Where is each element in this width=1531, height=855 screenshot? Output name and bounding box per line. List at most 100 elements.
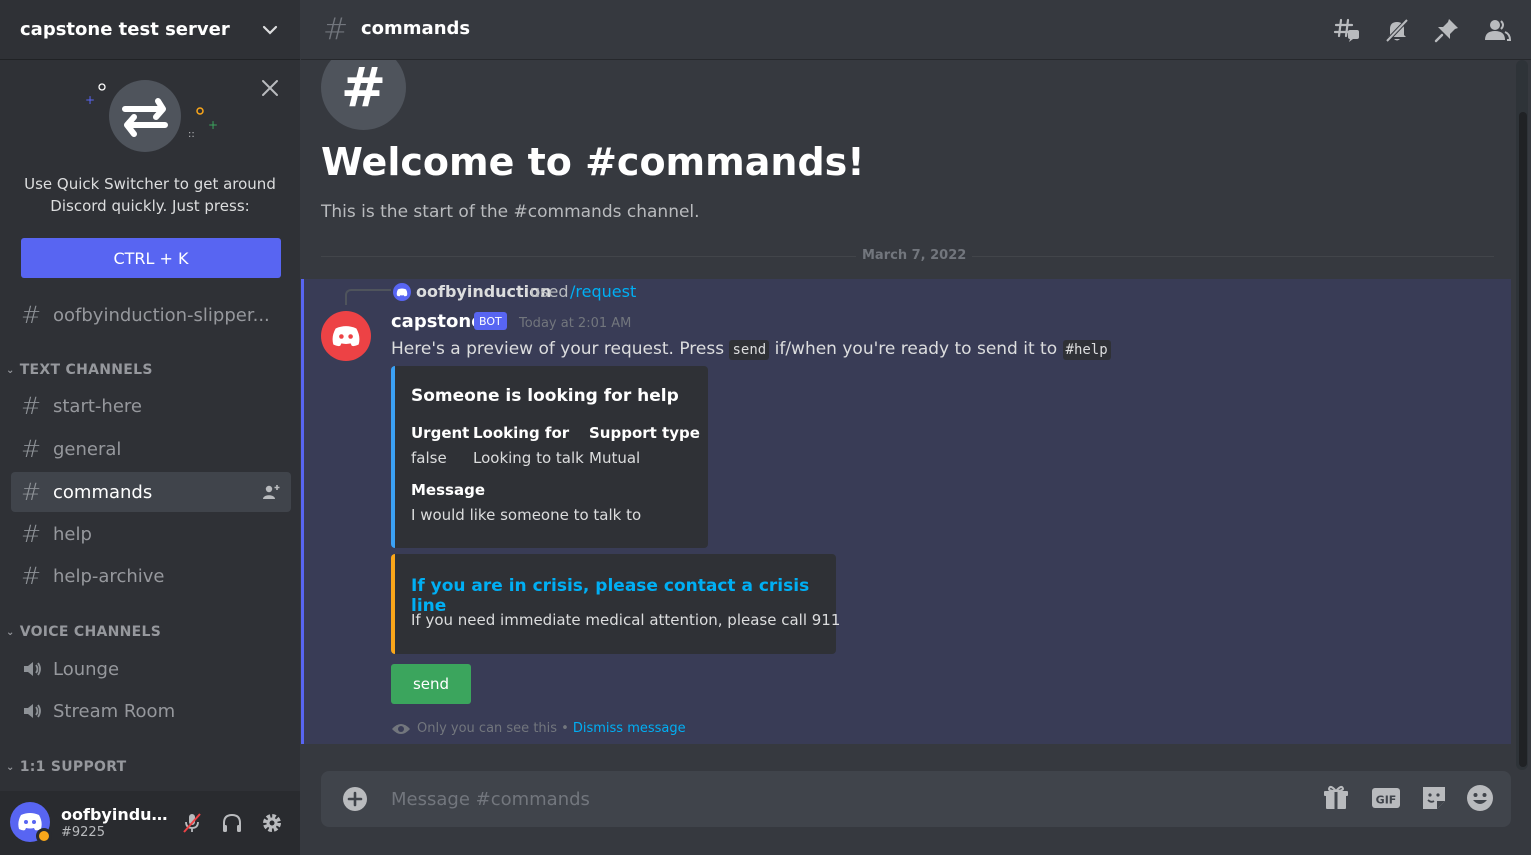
channel-item-general[interactable]: # general bbox=[11, 429, 291, 469]
server-name: capstone test server bbox=[20, 19, 230, 40]
emoji-icon[interactable] bbox=[1465, 783, 1495, 813]
channel-label: start-here bbox=[53, 395, 142, 417]
welcome-title: Welcome to #commands! bbox=[321, 140, 865, 184]
reply-command-link[interactable]: /request bbox=[570, 282, 636, 301]
channel-item-pinned[interactable]: # oofbyinduction-slipper... bbox=[11, 295, 291, 335]
discord-logo-icon bbox=[393, 283, 411, 301]
hash-icon: # bbox=[323, 12, 349, 47]
user-panel: oofbyinduct... #9225 bbox=[0, 791, 300, 855]
crisis-embed-description: If you need immediate medical attention,… bbox=[411, 611, 841, 629]
quick-switcher-tip: + + :: Use Quick Switcher to get around … bbox=[0, 61, 300, 297]
category-label: TEXT CHANNELS bbox=[19, 362, 153, 378]
channel-label: oofbyinduction-slipper... bbox=[53, 304, 270, 326]
hash-icon: # bbox=[21, 301, 42, 329]
username: oofbyinduct... bbox=[61, 805, 171, 824]
category-label: 1:1 SUPPORT bbox=[19, 759, 127, 775]
hash-icon: # bbox=[21, 478, 42, 506]
message-timestamp: Today at 2:01 AM bbox=[519, 316, 632, 331]
category-text-channels[interactable]: ⌄ TEXT CHANNELS bbox=[6, 360, 153, 380]
eye-icon bbox=[392, 723, 410, 734]
hash-icon: # bbox=[21, 392, 42, 420]
avatar[interactable] bbox=[10, 802, 52, 844]
member-list-icon[interactable] bbox=[1483, 16, 1511, 44]
channel-item-start-here[interactable]: # start-here bbox=[11, 386, 291, 426]
quick-switcher-shortcut-button[interactable]: CTRL + K bbox=[21, 238, 281, 278]
category-label: VOICE CHANNELS bbox=[19, 624, 162, 640]
ephemeral-text: Only you can see this • bbox=[417, 721, 569, 736]
field-name-message: Message bbox=[411, 481, 485, 499]
gift-icon[interactable] bbox=[1321, 783, 1351, 813]
close-icon[interactable] bbox=[258, 76, 282, 100]
hash-icon: # bbox=[21, 435, 42, 463]
headphones-icon[interactable] bbox=[220, 811, 244, 835]
chevron-down-icon: ⌄ bbox=[6, 626, 15, 638]
speaker-icon bbox=[21, 699, 53, 723]
bot-message: oofbyinduction used /request capstone BO… bbox=[301, 279, 1511, 744]
discord-logo-icon bbox=[332, 325, 360, 346]
chevron-down-icon: ⌄ bbox=[6, 761, 15, 773]
message-input[interactable] bbox=[391, 779, 1291, 819]
speaker-icon bbox=[21, 657, 53, 681]
channel-item-commands[interactable]: # commands bbox=[11, 472, 291, 512]
category-voice-channels[interactable]: ⌄ VOICE CHANNELS bbox=[6, 622, 161, 642]
crisis-embed-title-link[interactable]: If you are in crisis, please contact a c… bbox=[411, 576, 836, 616]
reply-connector bbox=[345, 289, 391, 305]
request-embed: Someone is looking for help Urgent false… bbox=[391, 366, 708, 548]
dismiss-message-link[interactable]: Dismiss message bbox=[573, 721, 686, 736]
scrollbar-thumb[interactable] bbox=[1519, 112, 1527, 767]
svg-text:::: :: bbox=[188, 129, 195, 140]
pin-icon[interactable] bbox=[1433, 16, 1461, 44]
channel-label: Lounge bbox=[53, 658, 120, 680]
reply-used-text: used bbox=[530, 282, 569, 301]
welcome-subtitle: This is the start of the #commands chann… bbox=[321, 202, 700, 222]
chat-area: # commands # Welcome to #commands! This … bbox=[301, 0, 1531, 855]
message-text-part: Here's a preview of your request. Press bbox=[391, 339, 730, 359]
quick-switcher-illustration: + + :: bbox=[85, 80, 218, 152]
message-composer: GIF bbox=[321, 771, 1511, 827]
field-name-looking-for: Looking for bbox=[473, 424, 570, 442]
field-name-support-type: Support type bbox=[589, 424, 700, 442]
quick-switcher-line2: Discord quickly. Just press: bbox=[50, 197, 250, 215]
channel-header: # commands bbox=[301, 0, 1531, 60]
embed-title: Someone is looking for help bbox=[411, 386, 679, 406]
message-text-part: if/when you're ready to send it to bbox=[769, 339, 1063, 359]
gif-icon[interactable]: GIF bbox=[1371, 783, 1401, 813]
voice-channel-stream-room[interactable]: Stream Room bbox=[11, 691, 291, 731]
server-header[interactable]: capstone test server bbox=[0, 0, 300, 60]
add-member-icon[interactable] bbox=[261, 482, 281, 502]
quick-switcher-text: Use Quick Switcher to get around Discord… bbox=[10, 173, 290, 217]
svg-text:+: + bbox=[208, 118, 218, 132]
mute-microphone-icon[interactable] bbox=[180, 811, 204, 835]
hash-icon: # bbox=[21, 520, 42, 548]
category-support[interactable]: ⌄ 1:1 SUPPORT bbox=[6, 757, 127, 777]
svg-text:+: + bbox=[85, 93, 95, 107]
channel-item-help-archive[interactable]: # help-archive bbox=[11, 556, 291, 596]
chevron-down-icon bbox=[262, 25, 278, 35]
quick-switcher-line1: Use Quick Switcher to get around bbox=[24, 175, 276, 193]
channel-item-help[interactable]: # help bbox=[11, 514, 291, 554]
sticker-icon[interactable] bbox=[1419, 783, 1449, 813]
svg-text:GIF: GIF bbox=[1376, 794, 1397, 807]
user-tag: #9225 bbox=[61, 825, 105, 840]
crisis-embed: If you are in crisis, please contact a c… bbox=[391, 554, 840, 654]
chevron-down-icon: ⌄ bbox=[6, 364, 15, 376]
ephemeral-notice: Only you can see this • Dismiss message bbox=[391, 721, 686, 736]
settings-gear-icon[interactable] bbox=[260, 811, 284, 835]
add-attachment-icon[interactable] bbox=[341, 785, 369, 813]
threads-icon[interactable] bbox=[1333, 16, 1361, 44]
send-button[interactable]: send bbox=[391, 664, 471, 704]
date-divider-label: March 7, 2022 bbox=[856, 248, 973, 263]
inline-code-help: #help bbox=[1062, 340, 1111, 360]
message-content: Here's a preview of your request. Press … bbox=[391, 339, 1111, 360]
channel-label: commands bbox=[53, 481, 153, 503]
discord-app: capstone test server + + :: Use Quick Sw… bbox=[0, 0, 1531, 855]
field-value-urgent: false bbox=[411, 449, 447, 467]
bot-username[interactable]: capstone bbox=[391, 311, 483, 332]
status-idle-icon bbox=[36, 828, 52, 844]
voice-channel-lounge[interactable]: Lounge bbox=[11, 649, 291, 689]
bot-badge: BOT bbox=[474, 312, 507, 330]
notification-muted-icon[interactable] bbox=[1383, 16, 1411, 44]
channel-sidebar: capstone test server + + :: Use Quick Sw… bbox=[0, 0, 300, 855]
hash-icon: # bbox=[21, 562, 42, 590]
bot-avatar[interactable] bbox=[321, 311, 371, 361]
